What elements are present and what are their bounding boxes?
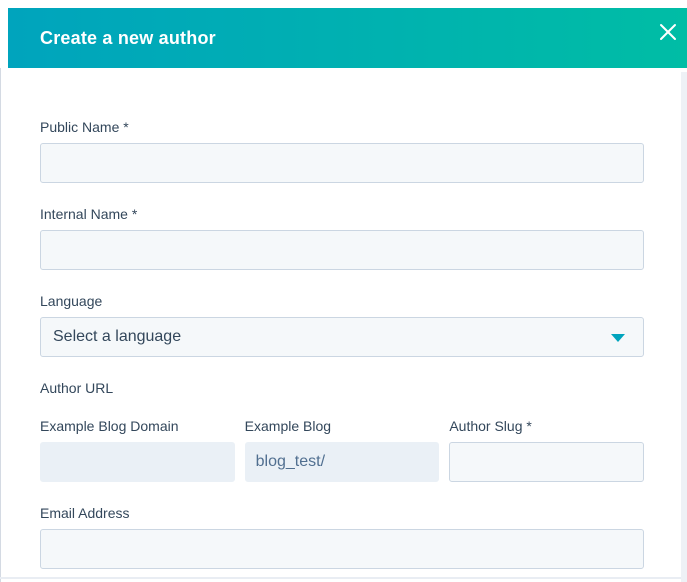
public-name-input[interactable] — [40, 143, 644, 183]
author-slug-input[interactable] — [449, 442, 644, 482]
close-button[interactable] — [658, 22, 678, 42]
example-blog-label: Example Blog — [245, 419, 440, 433]
example-blog-domain-label: Example Blog Domain — [40, 419, 235, 433]
email-address-label: Email Address — [40, 506, 644, 520]
create-author-modal: Create a new author Public Name * Intern… — [0, 0, 687, 582]
modal-body: Public Name * Internal Name * Language S… — [0, 68, 687, 582]
language-label: Language — [40, 294, 644, 308]
public-name-label: Public Name * — [40, 120, 644, 134]
modal-bottom-edge — [0, 577, 687, 579]
internal-name-input[interactable] — [40, 230, 644, 270]
internal-name-label: Internal Name * — [40, 207, 644, 221]
modal-title: Create a new author — [40, 28, 216, 49]
language-select[interactable]: Select a language — [40, 317, 644, 357]
close-icon — [659, 23, 677, 41]
field-internal-name: Internal Name * — [40, 207, 644, 270]
example-blog-domain-input — [40, 442, 235, 482]
modal-header: Create a new author — [8, 8, 687, 68]
modal-left-edge — [0, 68, 1, 582]
language-select-value: Select a language — [53, 328, 181, 346]
field-example-blog-domain: Example Blog Domain — [40, 419, 235, 482]
email-address-input[interactable] — [40, 529, 644, 569]
author-url-label: Author URL — [40, 381, 644, 395]
author-slug-label: Author Slug * — [449, 419, 644, 433]
field-author-slug: Author Slug * — [449, 419, 644, 482]
field-author-url: Author URL Example Blog Domain Example B… — [40, 381, 644, 482]
field-email-address: Email Address — [40, 506, 644, 569]
author-url-columns: Example Blog Domain Example Blog Author … — [40, 419, 644, 482]
chevron-down-icon — [611, 334, 625, 342]
field-language: Language Select a language — [40, 294, 644, 357]
field-public-name: Public Name * — [40, 120, 644, 183]
scrollbar[interactable] — [681, 72, 687, 582]
field-example-blog: Example Blog — [245, 419, 440, 482]
example-blog-input — [245, 442, 440, 482]
